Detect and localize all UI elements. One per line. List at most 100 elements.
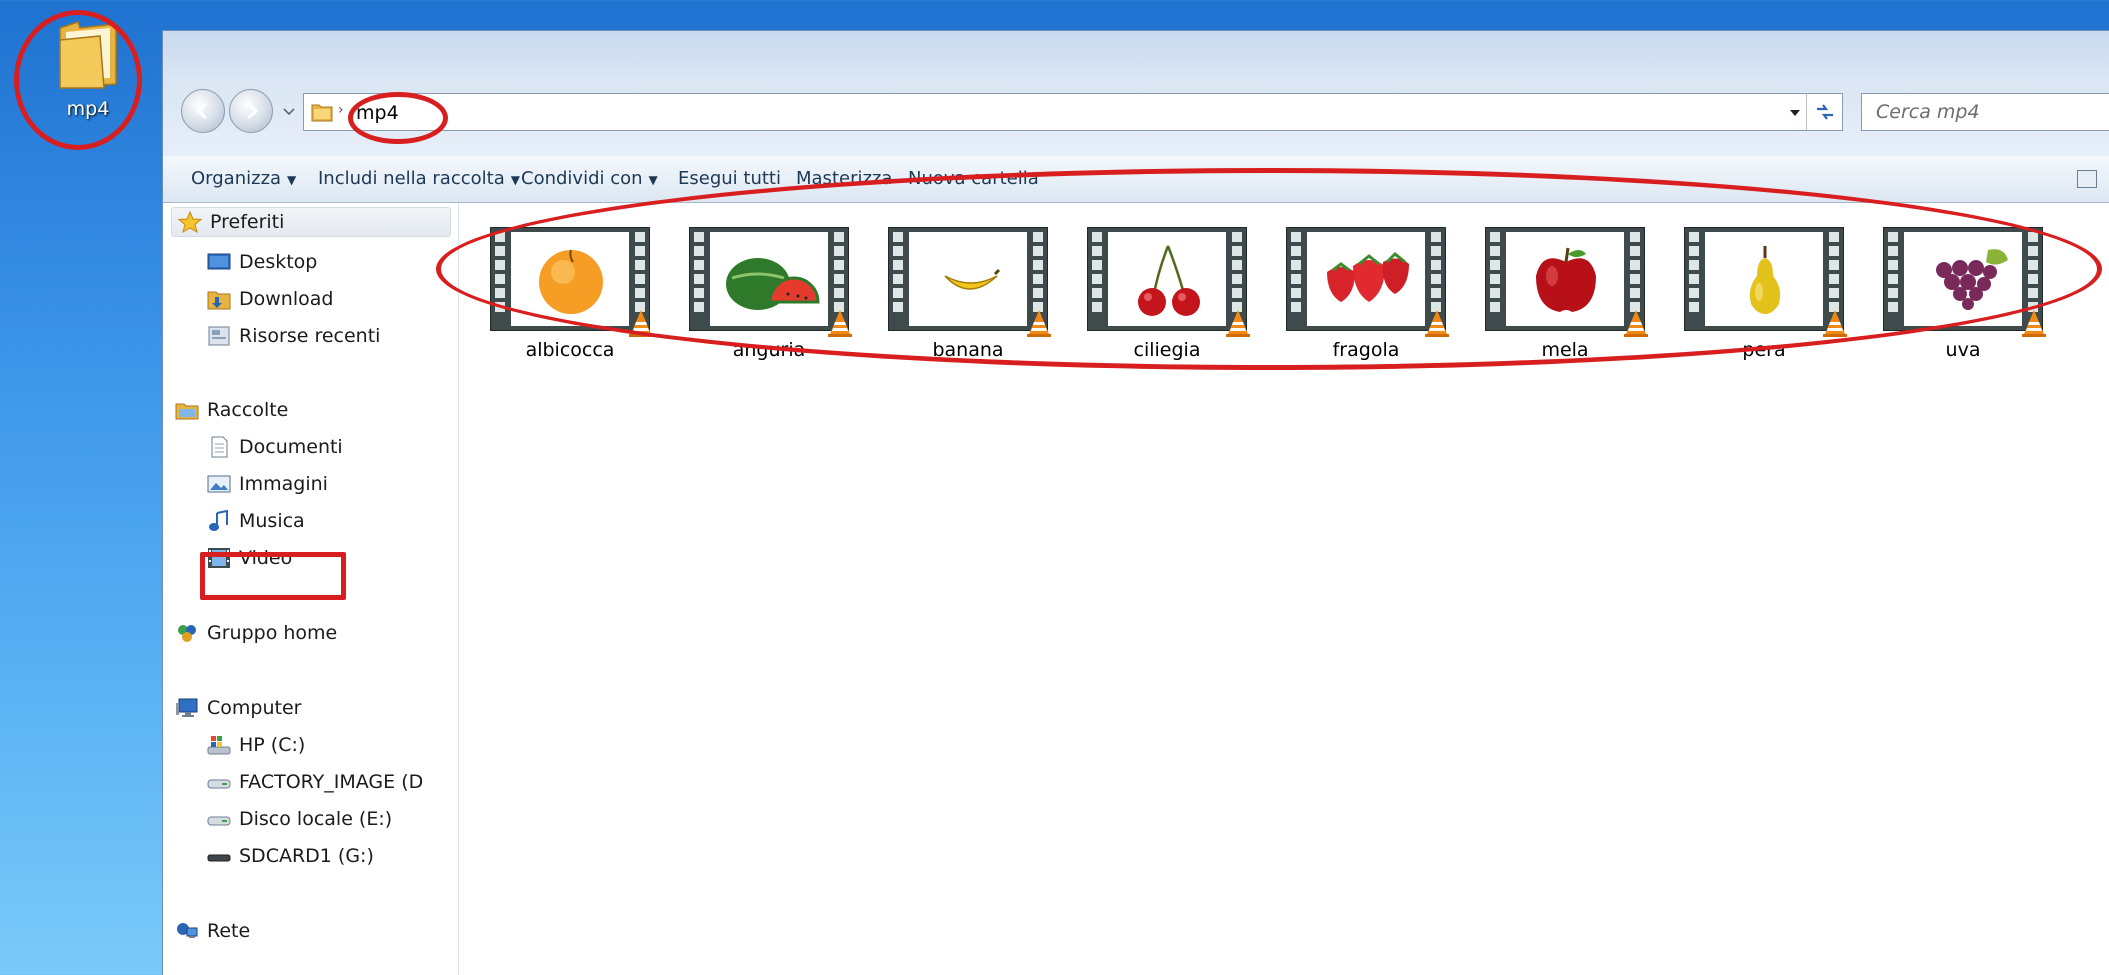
system-drive-icon <box>207 736 231 755</box>
sidebar-item-computer[interactable]: Computer <box>175 697 301 719</box>
file-name: fragola <box>1332 339 1400 361</box>
vlc-cone-icon <box>1823 310 1847 337</box>
file-item-fragola[interactable]: fragola <box>1276 227 1456 361</box>
homegroup-icon <box>178 625 196 642</box>
libraries-icon <box>175 403 199 420</box>
images-icon <box>207 475 231 493</box>
sidebar-item-drive-c[interactable]: HP (C:) <box>207 734 305 756</box>
vlc-cone-icon <box>828 310 852 337</box>
video-thumbnail <box>1286 227 1449 337</box>
file-item-banana[interactable]: banana <box>878 227 1058 361</box>
search-input[interactable] <box>1862 94 2109 130</box>
hard-drive-icon <box>207 779 231 789</box>
explorer-window: › mp4 Organizza▼ Includi nella raccolta▼… <box>162 30 2109 975</box>
desktop-icon <box>207 253 231 270</box>
vlc-cone-icon <box>1425 310 1449 337</box>
caret-down-icon: ▼ <box>287 173 297 187</box>
play-all-button[interactable]: Esegui tutti <box>678 168 781 189</box>
file-item-albicocca[interactable]: albicocca <box>480 227 660 361</box>
documents-icon <box>211 436 228 458</box>
sidebar-item-music[interactable]: Musica <box>207 510 305 532</box>
strawberry-icon <box>1327 251 1409 302</box>
file-name: albicocca <box>525 339 615 361</box>
sidebar-item-favorites[interactable]: Preferiti <box>171 207 451 237</box>
vlc-cone-icon <box>1226 310 1250 337</box>
file-list: albicocca anguria banana ciliegia fragol… <box>460 203 2109 975</box>
video-film-icon <box>208 548 230 568</box>
title-bar: › mp4 <box>163 31 2109 156</box>
desktop-folder-mp4[interactable]: mp4 <box>28 10 148 120</box>
search-box[interactable] <box>1861 93 2109 131</box>
navigation-pane: Preferiti Desktop Download Risorse recen… <box>163 203 459 975</box>
address-bar[interactable]: › mp4 <box>303 93 1843 131</box>
recent-pages-dropdown[interactable] <box>281 103 297 119</box>
file-item-mela[interactable]: mela <box>1475 227 1655 361</box>
star-icon <box>178 211 202 233</box>
arrow-right-icon <box>247 102 259 120</box>
video-thumbnail <box>490 227 653 337</box>
file-name: anguria <box>732 339 806 361</box>
vlc-cone-icon <box>1027 310 1051 337</box>
sidebar-item-video[interactable]: Video <box>207 547 292 569</box>
caret-down-icon: ▼ <box>648 173 658 187</box>
file-item-pera[interactable]: pera <box>1674 227 1854 361</box>
video-thumbnail <box>1684 227 1847 337</box>
new-folder-button[interactable]: Nuova cartella <box>908 168 1039 189</box>
sidebar-item-drive-g[interactable]: SDCARD1 (G:) <box>207 845 374 867</box>
folder-icon <box>56 18 120 90</box>
sidebar-item-drive-e[interactable]: Disco locale (E:) <box>207 808 392 830</box>
sidebar-item-download[interactable]: Download <box>207 288 333 310</box>
file-name: pera <box>1742 339 1786 361</box>
recent-places-icon <box>208 326 230 346</box>
address-path[interactable]: mp4 <box>356 102 399 124</box>
burn-button[interactable]: Masterizza <box>796 168 892 189</box>
network-icon <box>177 923 198 938</box>
vlc-cone-icon <box>2022 310 2046 337</box>
video-thumbnail <box>1883 227 2046 337</box>
vlc-cone-icon <box>1624 310 1648 337</box>
watermelon-icon <box>726 258 820 310</box>
pear-icon <box>1749 246 1781 314</box>
back-button[interactable] <box>181 89 225 133</box>
cherry-icon <box>1138 245 1200 316</box>
file-item-anguria[interactable]: anguria <box>679 227 859 361</box>
chevron-down-icon[interactable] <box>1788 108 1802 118</box>
banana-icon <box>944 268 1001 290</box>
grapes-icon <box>1936 249 2008 310</box>
forward-button[interactable] <box>229 89 273 133</box>
video-thumbnail <box>689 227 852 337</box>
hard-drive-icon <box>207 816 231 826</box>
organize-button[interactable]: Organizza ▼ <box>191 168 296 189</box>
download-folder-icon <box>207 291 231 310</box>
sidebar-item-documents[interactable]: Documenti <box>207 436 343 458</box>
video-thumbnail <box>1485 227 1648 337</box>
file-item-uva[interactable]: uva <box>1873 227 2053 361</box>
breadcrumb-separator-icon: › <box>338 102 344 118</box>
sidebar-item-network[interactable]: Rete <box>175 920 250 942</box>
arrow-left-icon <box>195 102 207 120</box>
sidebar-item-libraries[interactable]: Raccolte <box>175 399 288 421</box>
video-thumbnail <box>1087 227 1250 337</box>
file-name: mela <box>1541 339 1589 361</box>
refresh-button[interactable] <box>1806 94 1842 130</box>
desktop-icon-label: mp4 <box>66 98 110 120</box>
sidebar-item-recent[interactable]: Risorse recenti <box>207 325 380 347</box>
share-with-button[interactable]: Condividi con ▼ <box>521 168 658 189</box>
file-name: ciliegia <box>1133 339 1201 361</box>
sidebar-item-drive-d[interactable]: FACTORY_IMAGE (D <box>207 771 423 793</box>
music-note-icon <box>209 510 228 531</box>
removable-drive-icon <box>207 854 231 862</box>
computer-icon <box>176 698 198 717</box>
sidebar-item-images[interactable]: Immagini <box>207 473 328 495</box>
folder-icon <box>311 104 333 122</box>
include-library-button[interactable]: Includi nella raccolta ▼ <box>318 168 520 189</box>
file-item-ciliegia[interactable]: ciliegia <box>1077 227 1257 361</box>
sidebar-item-desktop[interactable]: Desktop <box>207 251 317 273</box>
apricot-icon <box>539 249 603 314</box>
command-bar: Organizza ▼ Includi nella raccolta ▼ Condi… <box>163 156 2109 203</box>
view-options-button[interactable] <box>2077 170 2097 188</box>
file-name: uva <box>1945 339 1981 361</box>
sidebar-item-homegroup[interactable]: Gruppo home <box>175 622 337 644</box>
refresh-icon <box>1817 104 1833 120</box>
caret-down-icon: ▼ <box>510 173 520 187</box>
